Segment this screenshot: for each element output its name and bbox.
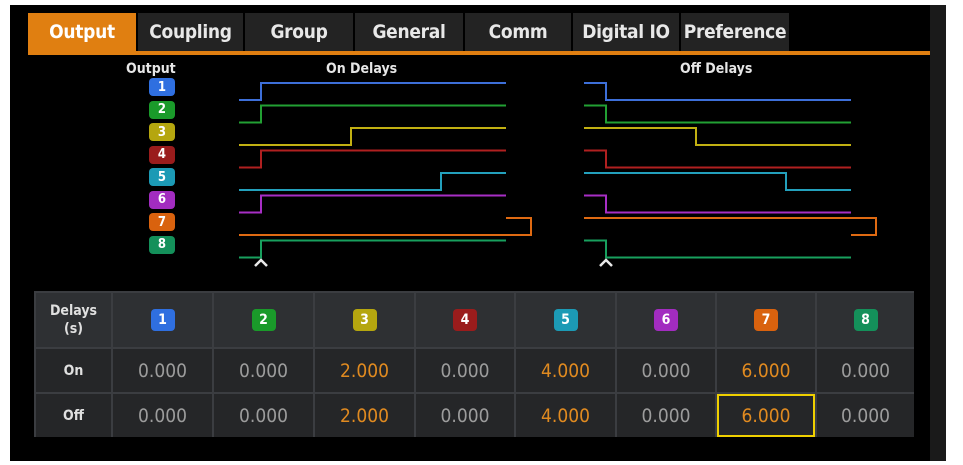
column-header-output-7: 7 bbox=[717, 293, 815, 347]
tab-bar: Output Coupling Group General Comm Digit… bbox=[10, 5, 930, 57]
column-header-output-2: 2 bbox=[214, 293, 313, 347]
delays-header-label: Delays (s) bbox=[36, 293, 111, 347]
on-delay-wave-5 bbox=[239, 172, 506, 191]
output-badge-6: 6 bbox=[654, 309, 678, 331]
off-delay-wave-2 bbox=[584, 104, 851, 124]
tab-label: Group bbox=[270, 21, 328, 43]
row-label-on: On bbox=[36, 349, 111, 392]
on-delay-field-5[interactable]: 4.000 bbox=[516, 349, 615, 392]
off-delay-field-4[interactable]: 0.000 bbox=[416, 394, 514, 437]
off-delay-field-1[interactable]: 0.000 bbox=[113, 394, 212, 437]
off-delay-field-6[interactable]: 0.000 bbox=[617, 394, 715, 437]
output-badge-7: 7 bbox=[754, 309, 778, 331]
column-header-output-1: 1 bbox=[113, 293, 212, 347]
on-delay-wave-2 bbox=[239, 104, 506, 124]
tab-label: Digital IO bbox=[582, 21, 670, 43]
tab-group[interactable]: Group bbox=[245, 13, 353, 51]
tab-comm[interactable]: Comm bbox=[465, 13, 571, 51]
tab-label: Comm bbox=[488, 21, 548, 43]
tab-label: General bbox=[372, 21, 446, 43]
tab-label: Preference bbox=[683, 21, 787, 43]
row-label-text: On bbox=[63, 362, 84, 379]
on-delay-field-4[interactable]: 0.000 bbox=[416, 349, 514, 392]
column-header-output-4: 4 bbox=[416, 293, 514, 347]
on-delay-field-7[interactable]: 6.000 bbox=[717, 349, 815, 392]
off-delay-field-2[interactable]: 0.000 bbox=[214, 394, 313, 437]
on-delay-field-3[interactable]: 2.000 bbox=[315, 349, 414, 392]
on-delay-wave-6 bbox=[239, 194, 506, 214]
on-delay-wave-7 bbox=[239, 217, 532, 236]
output-badge-1: 1 bbox=[150, 309, 175, 331]
tab-coupling[interactable]: Coupling bbox=[138, 13, 243, 51]
output-badge-2: 2 bbox=[251, 309, 276, 331]
off-delay-field-3[interactable]: 2.000 bbox=[315, 394, 414, 437]
timing-waveforms bbox=[239, 82, 877, 267]
column-header-output-3: 3 bbox=[315, 293, 414, 347]
on-delay-field-6[interactable]: 0.000 bbox=[617, 349, 715, 392]
tab-label: Coupling bbox=[149, 21, 232, 43]
off-delay-start-marker bbox=[599, 258, 613, 267]
on-delay-wave-8 bbox=[239, 239, 506, 259]
tab-underline bbox=[28, 51, 930, 55]
output-badge-5: 5 bbox=[553, 309, 578, 331]
off-delay-wave-8 bbox=[584, 239, 851, 259]
on-delay-wave-3 bbox=[239, 127, 506, 146]
tab-general[interactable]: General bbox=[355, 13, 463, 51]
column-header-output-6: 6 bbox=[617, 293, 715, 347]
row-label-text: Off bbox=[63, 407, 84, 424]
off-delay-field-7[interactable]: 6.000 bbox=[717, 394, 815, 437]
column-header-output-8: 8 bbox=[817, 293, 914, 347]
delay-timing-diagram: Output On Delays Off Delays 12345678 bbox=[10, 57, 930, 287]
delays-units-label: Delays (s) bbox=[49, 303, 98, 337]
column-header-output-5: 5 bbox=[516, 293, 615, 347]
on-delay-start-marker bbox=[254, 258, 268, 267]
output-badge-3: 3 bbox=[352, 309, 377, 331]
off-delay-wave-5 bbox=[584, 172, 851, 191]
off-delay-wave-1 bbox=[584, 82, 851, 101]
on-delay-field-8[interactable]: 0.000 bbox=[817, 349, 914, 392]
on-delay-wave-1 bbox=[239, 82, 506, 101]
row-label-off: Off bbox=[36, 394, 111, 437]
delays-table: Delays (s) 1 2 3 4 5 6 7 8 On 0.000 0.000 2.000 0.000 4… bbox=[34, 291, 914, 437]
on-delay-field-2[interactable]: 0.000 bbox=[214, 349, 313, 392]
tab-output[interactable]: Output bbox=[28, 13, 136, 51]
off-delay-wave-3 bbox=[584, 127, 851, 146]
output-badge-4: 4 bbox=[453, 309, 477, 331]
off-delay-field-5[interactable]: 4.000 bbox=[516, 394, 615, 437]
off-delay-wave-4 bbox=[584, 149, 851, 169]
off-delay-wave-6 bbox=[584, 194, 851, 214]
off-delay-wave-7 bbox=[584, 217, 877, 236]
tab-digital-io[interactable]: Digital IO bbox=[573, 13, 679, 51]
tab-label: Output bbox=[49, 21, 115, 43]
on-delay-field-1[interactable]: 0.000 bbox=[113, 349, 212, 392]
right-bezel bbox=[930, 5, 946, 461]
instrument-screen: Output Coupling Group General Comm Digit… bbox=[10, 5, 946, 461]
output-badge-8: 8 bbox=[853, 309, 878, 331]
off-delay-field-8[interactable]: 0.000 bbox=[817, 394, 914, 437]
on-delay-wave-4 bbox=[239, 149, 506, 169]
tab-preference[interactable]: Preference bbox=[681, 13, 789, 51]
